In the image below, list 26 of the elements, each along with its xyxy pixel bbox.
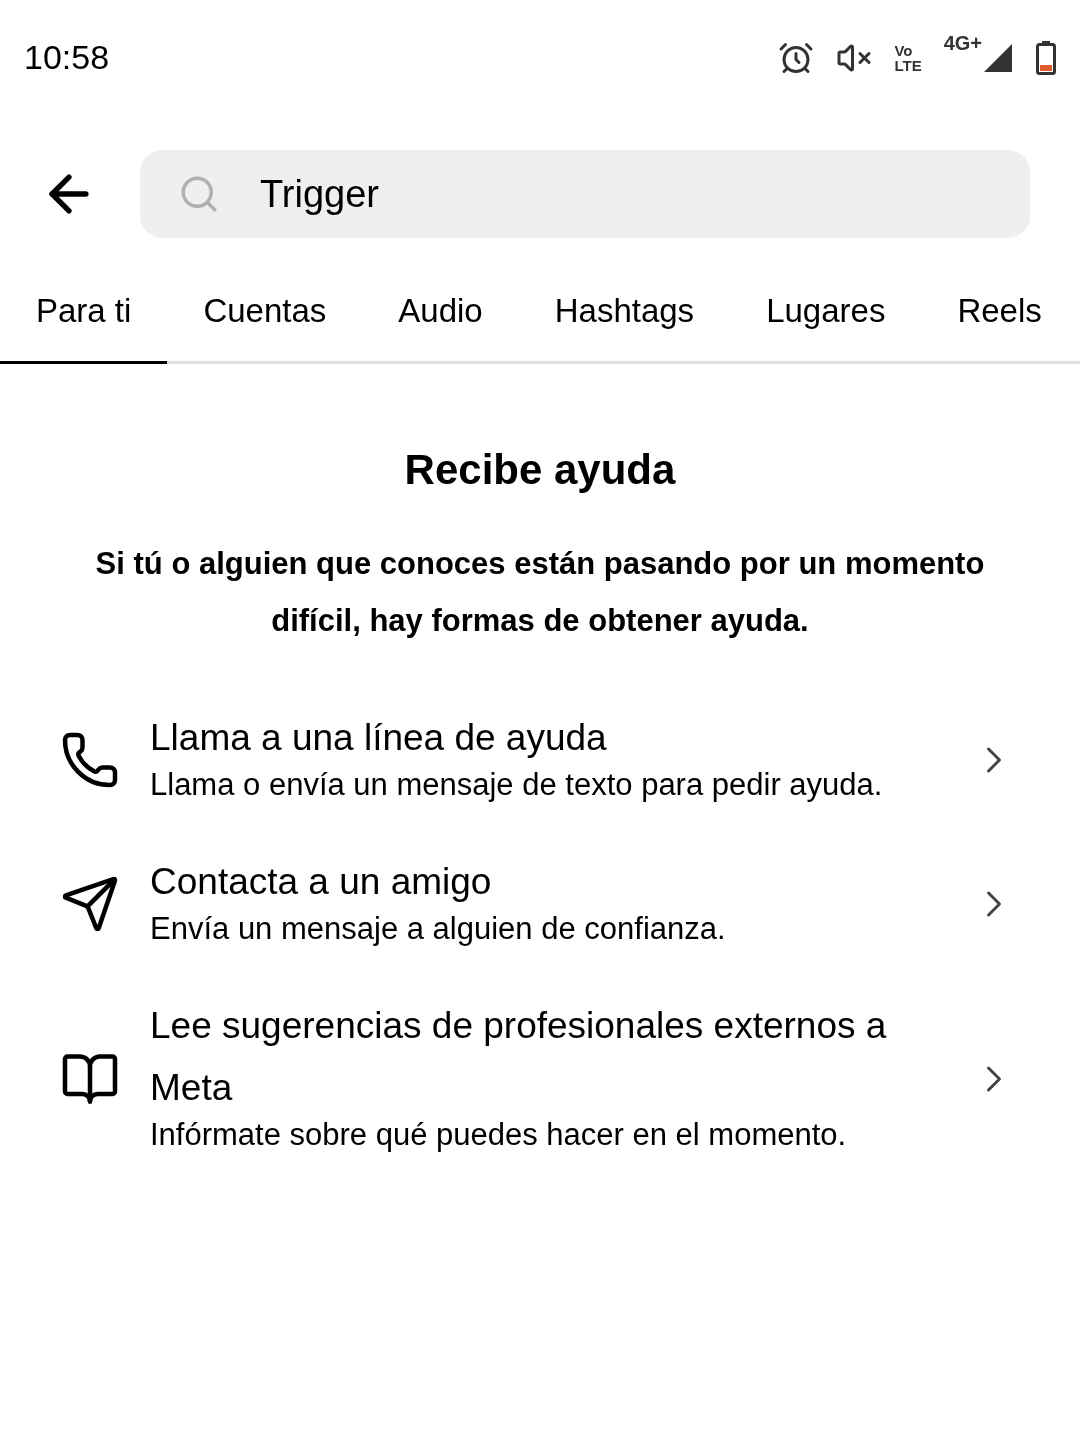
network-label: 4G+ [943, 30, 982, 56]
volte-label: Vo [894, 42, 914, 58]
tab[interactable]: Audio [362, 250, 519, 361]
option-description: Envía un mensaje a alguien de confianza. [150, 910, 727, 948]
help-option[interactable]: Contacta a un amigo Envía un mensaje a alguien de confianza. [0, 851, 1080, 957]
tab[interactable]: Lugares [730, 250, 922, 361]
option-description: Infórmate sobre qué puedes hacer en el momento. [150, 1116, 848, 1154]
tab[interactable]: Hashtags [518, 250, 731, 361]
send-icon [60, 874, 120, 934]
search-field[interactable]: Trigger [140, 150, 1030, 238]
search-value: Trigger [260, 171, 379, 217]
battery-icon [1036, 40, 1056, 75]
tab[interactable]: Cuentas [167, 250, 363, 361]
help-title: Recibe ayuda [404, 445, 676, 495]
option-description: Llama o envía un mensaje de texto para pedir ayuda. [150, 766, 884, 804]
help-option[interactable]: Llama a una línea de ayuda Llama o envía un mensaje de texto para pedir ayuda. [0, 707, 1080, 813]
help-option[interactable]: Lee sugerencias de profesionales externos a Meta Infórmate sobre qué puedes hacer en el momento. [0, 995, 1080, 1163]
option-title: Lee sugerencias de profesionales externos a Meta [150, 1004, 888, 1110]
phone-icon [60, 730, 120, 790]
tab[interactable]: Para ti [0, 250, 168, 364]
option-title: Llama a una línea de ayuda [150, 716, 608, 760]
tab[interactable]: Reels [921, 250, 1078, 361]
option-title: Contacta a un amigo [150, 860, 493, 904]
help-subtitle: Si tú o alguien que conoces están pasando por un momento difícil, hay formas de obtener ayuda. [94, 545, 986, 640]
volte-label: LTE [894, 57, 922, 73]
status-time: 10:58 [24, 37, 110, 78]
